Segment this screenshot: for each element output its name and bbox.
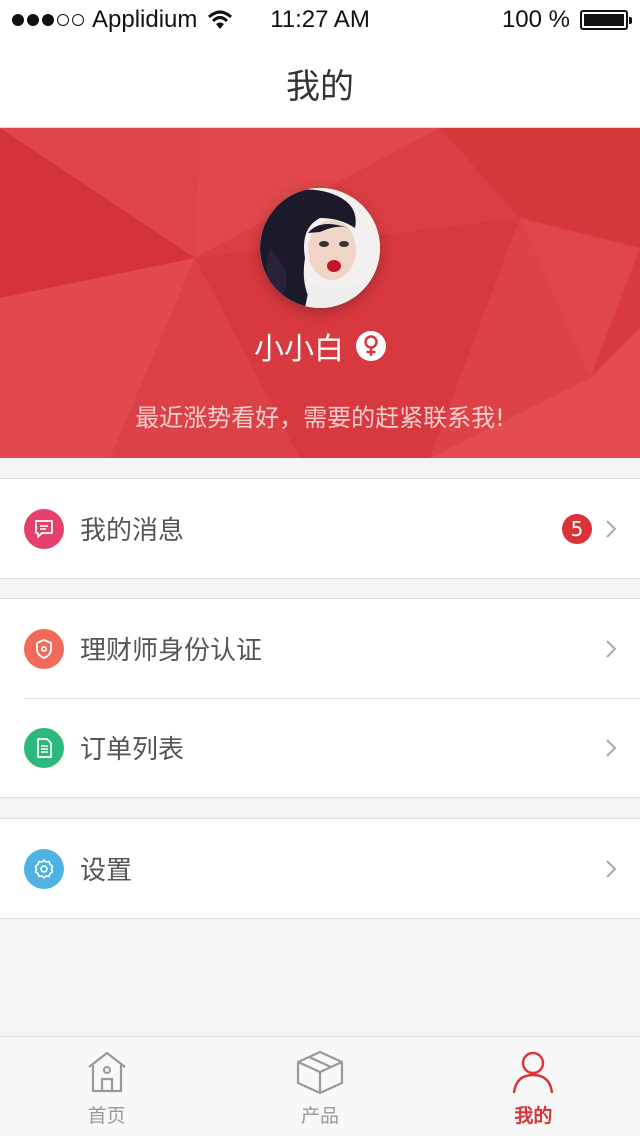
menu-item-label: 我的消息	[80, 516, 185, 546]
tab-bar: 首页 产品 我的	[0, 1036, 640, 1136]
menu-item-label: 设置	[80, 856, 133, 886]
menu-group-settings: 设置	[0, 818, 640, 919]
tab-label: 我的	[514, 1105, 553, 1127]
chevron-right-icon	[606, 519, 617, 538]
menu-item-messages[interactable]: 我的消息 5	[0, 479, 640, 578]
battery-percent: 100 %	[501, 6, 570, 33]
menu-group-messages: 我的消息 5	[0, 478, 640, 579]
menu-item-certification[interactable]: 理财师身份认证	[0, 599, 640, 698]
shield-icon	[24, 628, 64, 669]
tab-mine[interactable]: 我的	[427, 1037, 640, 1136]
person-icon	[513, 1051, 554, 1094]
message-icon	[24, 508, 64, 549]
profile-header: 小小白 最近涨势看好，需要的赶紧联系我!	[0, 128, 640, 458]
menu-group-account: 理财师身份认证 订单列表	[0, 598, 640, 798]
chevron-right-icon	[606, 738, 617, 757]
username: 小小白	[254, 332, 344, 367]
nav-bar: 我的	[0, 40, 640, 128]
menu-item-settings[interactable]: 设置	[0, 819, 640, 918]
home-icon	[87, 1051, 126, 1093]
page-title: 我的	[286, 67, 354, 107]
menu-item-orders[interactable]: 订单列表	[0, 698, 640, 797]
chevron-right-icon	[606, 639, 617, 658]
profile-tagline: 最近涨势看好，需要的赶紧联系我!	[135, 404, 505, 432]
tab-label: 产品	[300, 1105, 339, 1127]
menu-item-label: 理财师身份认证	[80, 636, 263, 666]
status-bar: Applidium 11:27 AM 100 %	[0, 0, 640, 40]
box-icon	[296, 1050, 344, 1095]
battery-icon	[580, 10, 632, 30]
unread-badge: 5	[562, 513, 592, 544]
tab-label: 首页	[87, 1105, 126, 1127]
document-icon	[24, 727, 64, 768]
female-icon	[356, 331, 386, 361]
tab-home[interactable]: 首页	[0, 1037, 213, 1136]
gear-icon	[24, 848, 64, 889]
avatar[interactable]	[260, 188, 380, 308]
tab-products[interactable]: 产品	[213, 1037, 426, 1136]
chevron-right-icon	[606, 859, 617, 878]
menu-item-label: 订单列表	[80, 735, 185, 765]
